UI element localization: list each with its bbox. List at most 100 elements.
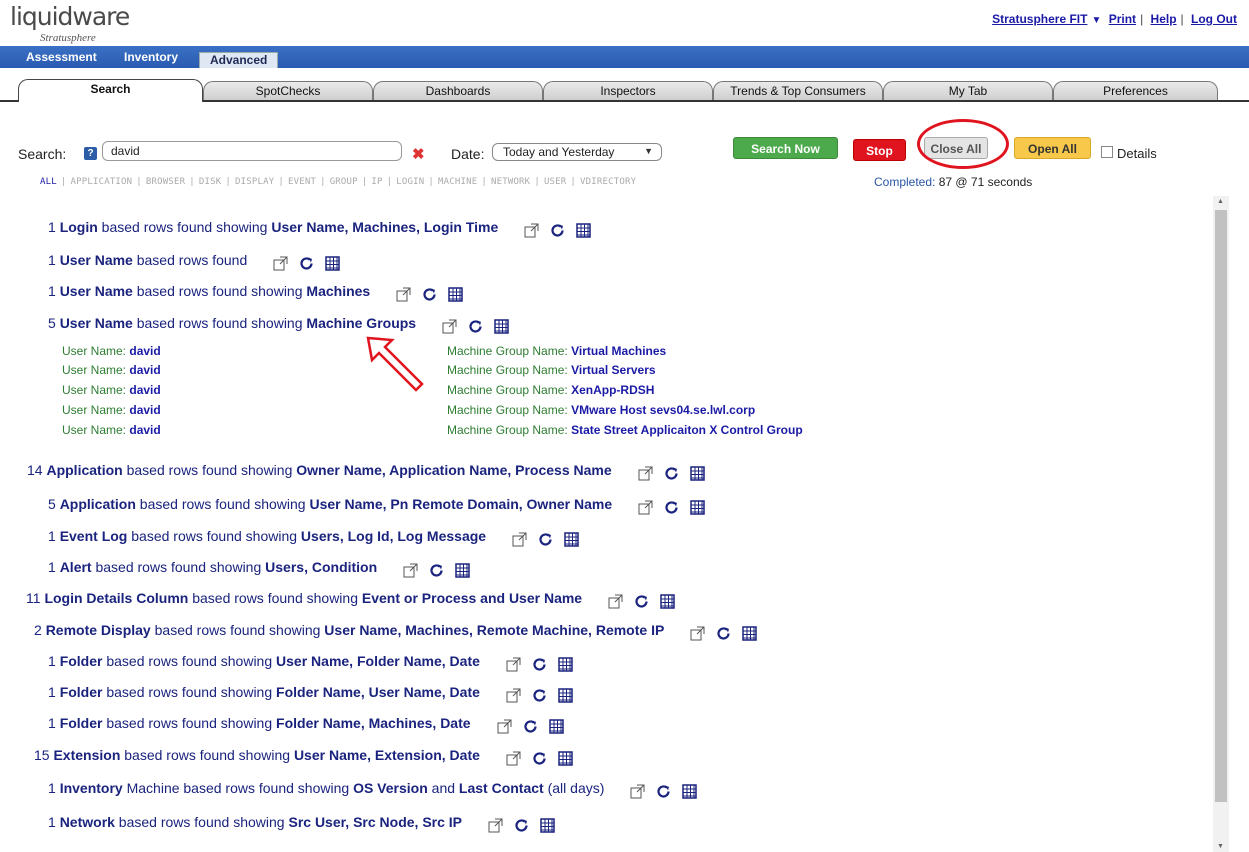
- refresh-icon[interactable]: [550, 223, 565, 238]
- result-type-link[interactable]: Folder: [60, 653, 103, 669]
- stop-button[interactable]: Stop: [853, 139, 906, 161]
- refresh-icon[interactable]: [422, 287, 437, 302]
- result-columns-link[interactable]: User Name, Machines, Remote Machine, Rem…: [324, 622, 664, 638]
- tab-my-tab[interactable]: My Tab: [883, 81, 1053, 100]
- result-type-link[interactable]: Remote Display: [46, 622, 151, 638]
- search-now-button[interactable]: Search Now: [733, 137, 838, 159]
- grid-view-icon[interactable]: [325, 256, 340, 271]
- tab-inspectors[interactable]: Inspectors: [543, 81, 713, 100]
- scrollbar[interactable]: ▲ ▼: [1213, 196, 1229, 852]
- date-select[interactable]: Today and Yesterday ▼: [492, 143, 662, 161]
- detail-value-link[interactable]: XenApp-RDSH: [571, 383, 654, 397]
- result-columns-link[interactable]: Last Contact: [459, 780, 544, 796]
- close-all-button[interactable]: Close All: [924, 137, 988, 159]
- tab-inventory[interactable]: Inventory: [124, 46, 178, 68]
- open-window-icon[interactable]: [273, 256, 288, 271]
- refresh-icon[interactable]: [514, 818, 529, 833]
- filter-display[interactable]: DISPLAY: [235, 177, 274, 187]
- dropdown-arrow-icon[interactable]: ▼: [1091, 15, 1101, 26]
- refresh-icon[interactable]: [656, 784, 671, 799]
- result-columns-link[interactable]: Users, Log Id, Log Message: [301, 528, 486, 544]
- result-type-link[interactable]: Folder: [60, 715, 103, 731]
- detail-value-link[interactable]: VMware Host sevs04.se.lwl.corp: [571, 403, 755, 417]
- open-window-icon[interactable]: [396, 287, 411, 302]
- open-all-button[interactable]: Open All: [1014, 137, 1091, 159]
- result-type-link[interactable]: Inventory: [60, 780, 123, 796]
- result-type-link[interactable]: User Name: [60, 252, 133, 268]
- refresh-icon[interactable]: [523, 719, 538, 734]
- grid-view-icon[interactable]: [690, 500, 705, 515]
- refresh-icon[interactable]: [716, 626, 731, 641]
- result-type-link[interactable]: User Name: [60, 283, 133, 299]
- grid-view-icon[interactable]: [576, 223, 592, 238]
- filter-group[interactable]: GROUP: [330, 177, 358, 187]
- refresh-icon[interactable]: [664, 500, 679, 515]
- grid-view-icon[interactable]: [540, 818, 555, 833]
- details-checkbox[interactable]: [1101, 146, 1113, 158]
- result-type-link[interactable]: Application: [46, 462, 122, 478]
- tab-preferences[interactable]: Preferences: [1053, 81, 1218, 100]
- detail-value-link[interactable]: david: [129, 344, 160, 358]
- refresh-icon[interactable]: [532, 751, 547, 766]
- refresh-icon[interactable]: [468, 319, 483, 334]
- refresh-icon[interactable]: [634, 594, 649, 609]
- grid-view-icon[interactable]: [448, 287, 463, 302]
- open-window-icon[interactable]: [488, 818, 503, 833]
- result-columns-link[interactable]: Machine Groups: [306, 315, 416, 331]
- result-columns-link[interactable]: User Name, Folder Name, Date: [276, 653, 480, 669]
- result-columns-link[interactable]: Src User, Src Node, Src IP: [288, 814, 462, 830]
- result-columns-link[interactable]: OS Version: [353, 780, 428, 796]
- tab-spotchecks[interactable]: SpotChecks: [203, 81, 373, 100]
- tab-search[interactable]: Search: [18, 79, 203, 102]
- help-link[interactable]: Help: [1151, 12, 1177, 26]
- clear-search-icon[interactable]: ✖: [412, 145, 425, 163]
- help-icon[interactable]: ?: [84, 147, 97, 160]
- open-window-icon[interactable]: [497, 719, 512, 734]
- open-window-icon[interactable]: [506, 751, 521, 766]
- tab-trends[interactable]: Trends & Top Consumers: [713, 81, 883, 100]
- result-type-link[interactable]: Event Log: [60, 528, 128, 544]
- detail-value-link[interactable]: Virtual Servers: [571, 363, 656, 377]
- result-columns-link[interactable]: User Name, Machines, Login Time: [271, 219, 498, 235]
- result-type-link[interactable]: Network: [60, 814, 115, 830]
- tab-dashboards[interactable]: Dashboards: [373, 81, 543, 100]
- result-columns-link[interactable]: Event or Process and User Name: [362, 590, 582, 606]
- filter-event[interactable]: EVENT: [288, 177, 316, 187]
- open-window-icon[interactable]: [608, 594, 623, 609]
- refresh-icon[interactable]: [538, 532, 553, 547]
- grid-view-icon[interactable]: [689, 466, 705, 481]
- result-columns-link[interactable]: Machines: [306, 283, 370, 299]
- tab-advanced[interactable]: Advanced: [199, 52, 279, 68]
- refresh-icon[interactable]: [532, 688, 547, 703]
- open-window-icon[interactable]: [442, 319, 457, 334]
- filter-login[interactable]: LOGIN: [396, 177, 424, 187]
- grid-view-icon[interactable]: [742, 626, 758, 641]
- open-window-icon[interactable]: [506, 657, 521, 672]
- open-window-icon[interactable]: [403, 563, 418, 578]
- result-type-link[interactable]: Folder: [60, 684, 103, 700]
- open-window-icon[interactable]: [638, 466, 653, 481]
- detail-value-link[interactable]: david: [129, 363, 160, 377]
- refresh-icon[interactable]: [532, 657, 547, 672]
- grid-view-icon[interactable]: [660, 594, 675, 609]
- result-type-link[interactable]: Login: [60, 219, 98, 235]
- filter-browser[interactable]: BROWSER: [146, 177, 185, 187]
- grid-view-icon[interactable]: [548, 719, 564, 734]
- grid-view-icon[interactable]: [558, 688, 573, 703]
- result-type-link[interactable]: User Name: [60, 315, 133, 331]
- result-type-link[interactable]: Extension: [53, 747, 120, 763]
- scroll-down-icon[interactable]: ▼: [1217, 843, 1224, 850]
- detail-value-link[interactable]: david: [129, 403, 160, 417]
- print-link[interactable]: Print: [1109, 12, 1136, 26]
- result-columns-link[interactable]: User Name, Pn Remote Domain, Owner Name: [309, 496, 612, 512]
- grid-view-icon[interactable]: [558, 751, 573, 766]
- stratusphere-fit-link[interactable]: Stratusphere FIT: [992, 12, 1087, 26]
- result-columns-link[interactable]: Owner Name, Application Name, Process Na…: [296, 462, 611, 478]
- refresh-icon[interactable]: [664, 466, 679, 481]
- open-window-icon[interactable]: [630, 784, 645, 799]
- result-type-link[interactable]: Login Details Column: [44, 590, 188, 606]
- scroll-up-icon[interactable]: ▲: [1217, 198, 1224, 205]
- refresh-icon[interactable]: [299, 256, 314, 271]
- open-window-icon[interactable]: [524, 223, 539, 238]
- detail-value-link[interactable]: Virtual Machines: [571, 344, 666, 358]
